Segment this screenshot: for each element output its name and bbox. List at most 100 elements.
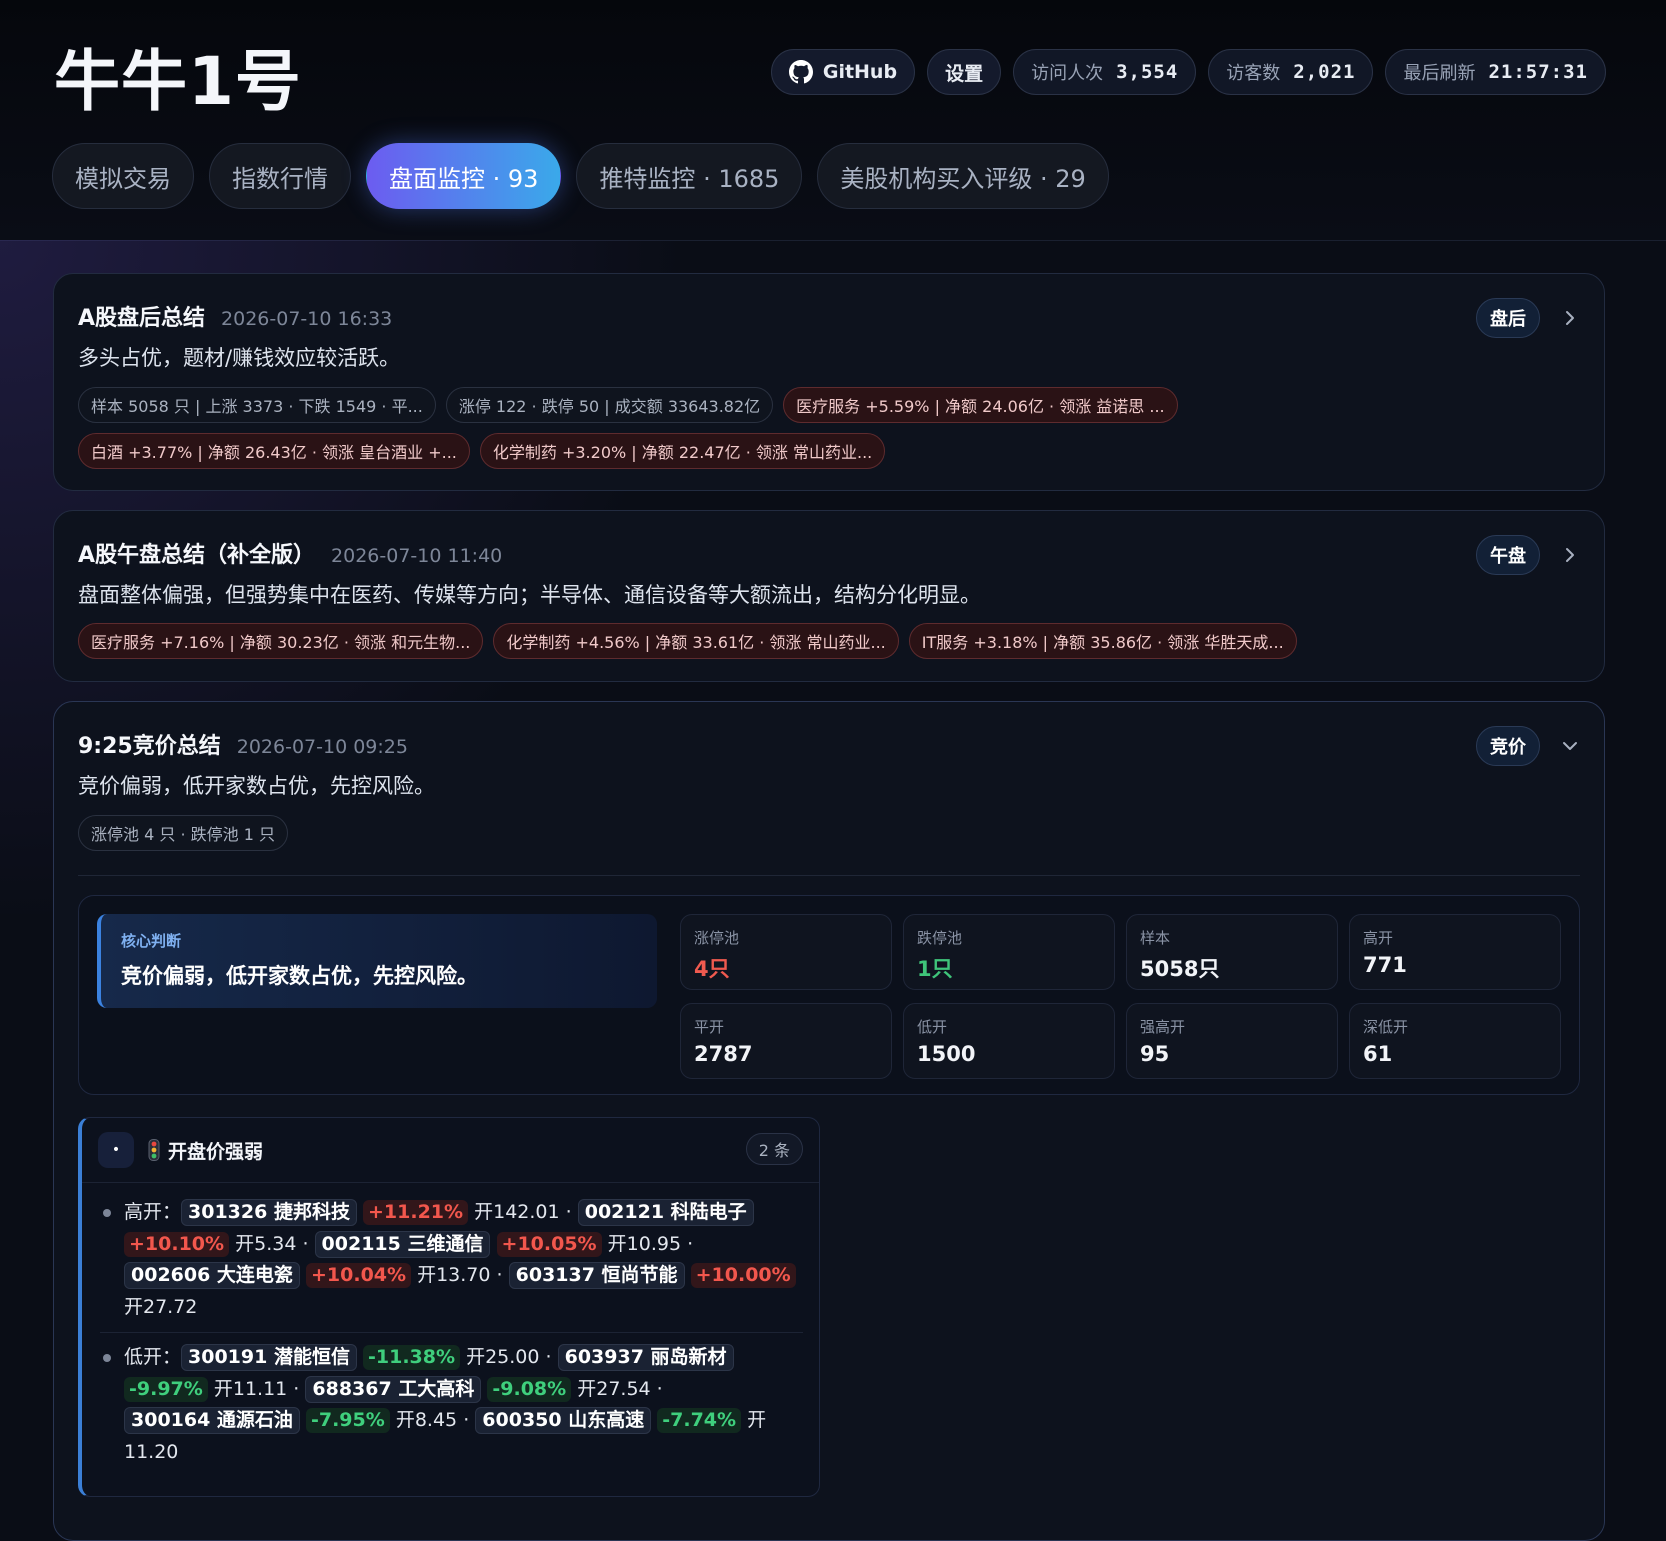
tag: 样本 5058 只 | 上涨 3373 · 下跌 1549 · 平... xyxy=(78,387,436,423)
stock-chip[interactable]: 002606 大连电瓷 xyxy=(124,1262,300,1289)
visits-label: 访问人次 xyxy=(1031,63,1104,84)
open-price: 开13.70 xyxy=(417,1264,491,1286)
stat-gap-down: 低开 1500 xyxy=(903,1003,1115,1079)
card-header: 9:25竞价总结 2026-07-10 09:25 xyxy=(78,728,408,760)
card-title: A股午盘总结（补全版） xyxy=(78,543,316,568)
visits-value: 3,554 xyxy=(1116,61,1179,83)
card-header: A股午盘总结（补全版） 2026-07-10 11:40 xyxy=(78,537,502,569)
list-item-gap-down: 低开： 300191 潜能恒信 -11.38% 开25.00 · 603937 丽… xyxy=(100,1332,803,1468)
tab-market-monitor[interactable]: 盘面监控 · 93 xyxy=(366,143,562,209)
card-badge: 午盘 xyxy=(1476,535,1540,575)
stock-chip[interactable]: 300191 潜能恒信 xyxy=(181,1344,357,1371)
card-header: A股盘后总结 2026-07-10 16:33 xyxy=(78,300,392,332)
github-label: GitHub xyxy=(822,61,898,83)
stock-chip[interactable]: 002121 科陆电子 xyxy=(577,1199,754,1226)
change-percent: -7.74% xyxy=(657,1408,742,1433)
tab-twitter-monitor[interactable]: 推特监控 · 1685 xyxy=(576,143,803,209)
refresh-pill: 最后刷新 21:57:31 xyxy=(1385,49,1606,95)
card-summary: 多头占优，题材/赚钱效应较活跃。 xyxy=(78,346,401,370)
tab-index-quotes[interactable]: 指数行情 xyxy=(209,143,351,209)
stock-chip[interactable]: 301326 捷邦科技 xyxy=(181,1199,357,1226)
stock-chip[interactable]: 600350 山东高速 xyxy=(475,1407,652,1434)
tag-row: 医疗服务 +7.16% | 净额 30.23亿 · 领涨 和元生物... 化学制… xyxy=(78,623,1297,659)
section-title: 开盘价强弱 xyxy=(168,1140,264,1163)
open-price: 开142.01 xyxy=(474,1201,560,1223)
core-judgment: 核心判断 竞价偏弱，低开家数占优，先控风险。 xyxy=(97,914,657,1008)
tag-row: 白酒 +3.77% | 净额 26.43亿 · 领涨 皇台酒业 +... 化学制… xyxy=(78,433,886,469)
change-percent: -11.38% xyxy=(363,1345,461,1370)
visitors-pill: 访客数 2,021 xyxy=(1208,49,1374,95)
stock-chip[interactable]: 603137 恒尚节能 xyxy=(508,1262,685,1289)
main-tabs: 模拟交易 指数行情 盘面监控 · 93 推特监控 · 1685 美股机构买入评级… xyxy=(52,143,1109,209)
stat-label: 深低开 xyxy=(1363,1018,1409,1036)
row-label: 高开： xyxy=(124,1201,182,1223)
core-judgment-label: 核心判断 xyxy=(121,932,182,950)
stat-label: 跌停池 xyxy=(917,929,963,947)
tag-row: 涨停池 4 只 · 跌停池 1 只 xyxy=(78,815,288,851)
card-timestamp: 2026-07-10 09:25 xyxy=(236,736,408,758)
stat-label: 样本 xyxy=(1140,929,1171,947)
open-price: 开11.11 xyxy=(213,1377,288,1400)
settings-button[interactable]: 设置 xyxy=(927,49,1002,95)
refresh-value: 21:57:31 xyxy=(1488,61,1588,83)
tag: IT服务 +3.18% | 净额 35.86亿 · 领涨 华胜天成... xyxy=(908,623,1297,659)
bullet xyxy=(103,1354,111,1362)
top-bar: 牛牛1号 GitHub 设置 访问人次 3,554 访客数 2,021 最后刷新… xyxy=(0,0,1666,241)
tag: 化学制药 +4.56% | 净额 33.61亿 · 领涨 常山药业... xyxy=(493,623,899,659)
section-header[interactable]: • 开盘价强弱 2 条 xyxy=(82,1118,819,1183)
change-percent: -9.97% xyxy=(124,1376,208,1402)
change-percent: +10.04% xyxy=(305,1263,412,1288)
auction-stats-panel: 核心判断 竞价偏弱，低开家数占优，先控风险。 涨停池 4只 跌停池 1只 样本 … xyxy=(78,895,1580,1095)
section-count-badge: 2 条 xyxy=(745,1133,803,1165)
list-item-gap-up: 高开： 301326 捷邦科技 +11.21% 开142.01 · 002121 … xyxy=(100,1197,803,1323)
summary-card-post-market[interactable]: A股盘后总结 2026-07-10 16:33 多头占优，题材/赚钱效应较活跃。… xyxy=(53,273,1605,491)
change-percent: +10.05% xyxy=(496,1231,602,1257)
card-summary: 竞价偏弱，低开家数占优，先控风险。 xyxy=(78,774,435,798)
header-pills: GitHub 设置 访问人次 3,554 访客数 2,021 最后刷新 21:5… xyxy=(770,49,1606,95)
collapse-toggle[interactable]: • xyxy=(98,1132,134,1168)
stat-value: 1只 xyxy=(917,957,953,981)
open-price: 开25.00 xyxy=(466,1346,540,1368)
stock-chip[interactable]: 002115 三维通信 xyxy=(314,1230,491,1258)
stock-chip[interactable]: 603937 丽岛新材 xyxy=(557,1344,734,1371)
change-percent: -9.08% xyxy=(487,1376,572,1402)
app-title: 牛牛1号 xyxy=(54,43,302,120)
tag-row: 样本 5058 只 | 上涨 3373 · 下跌 1549 · 平... 涨停 … xyxy=(78,387,1178,423)
opening-strength-list: 高开： 301326 捷邦科技 +11.21% 开142.01 · 002121 … xyxy=(100,1197,803,1468)
stat-deep-gap-down: 深低开 61 xyxy=(1349,1003,1561,1079)
stat-value: 95 xyxy=(1140,1042,1170,1066)
tag: 医疗服务 +5.59% | 净额 24.06亿 · 领涨 益诺思 ... xyxy=(783,387,1178,423)
change-percent: -7.95% xyxy=(305,1408,390,1433)
card-timestamp: 2026-07-10 11:40 xyxy=(331,545,503,567)
tag: 白酒 +3.77% | 净额 26.43亿 · 领涨 皇台酒业 +... xyxy=(78,433,470,469)
change-percent: +10.00% xyxy=(690,1263,796,1288)
stat-value: 771 xyxy=(1363,953,1407,977)
stat-strong-gap-up: 强高开 95 xyxy=(1126,1003,1338,1079)
github-button[interactable]: GitHub xyxy=(770,49,916,95)
tab-us-ratings[interactable]: 美股机构买入评级 · 29 xyxy=(817,143,1109,209)
stat-value: 2787 xyxy=(694,1042,753,1066)
visitors-label: 访客数 xyxy=(1226,63,1281,84)
chevron-right-icon[interactable] xyxy=(1560,545,1580,565)
stock-chip[interactable]: 300164 通源石油 xyxy=(124,1407,300,1434)
opening-strength-section: • 开盘价强弱 2 条 高开： 301326 捷邦科技 +11.21% 开142.… xyxy=(78,1117,820,1497)
card-badge: 盘后 xyxy=(1476,298,1540,338)
stat-flat-open: 平开 2787 xyxy=(680,1003,892,1079)
open-price: 开27.72 xyxy=(124,1295,198,1318)
chevron-down-icon[interactable] xyxy=(1560,736,1580,756)
core-judgment-text: 竞价偏弱，低开家数占优，先控风险。 xyxy=(121,964,478,988)
change-percent: +11.21% xyxy=(363,1200,469,1225)
github-icon xyxy=(788,60,813,84)
summary-card-auction[interactable]: 9:25竞价总结 2026-07-10 09:25 竞价偏弱，低开家数占优，先控… xyxy=(53,701,1605,1541)
row-label: 低开： xyxy=(124,1346,182,1368)
summary-card-midday[interactable]: A股午盘总结（补全版） 2026-07-10 11:40 盘面整体偏强，但强势集… xyxy=(53,510,1605,682)
card-summary: 盘面整体偏强，但强势集中在医药、传媒等方向；半导体、通信设备等大额流出，结构分化… xyxy=(78,583,981,607)
stat-limit-down-pool: 跌停池 1只 xyxy=(903,914,1115,990)
open-price: 开27.54 xyxy=(577,1377,651,1400)
stock-chip[interactable]: 688367 工大高科 xyxy=(305,1375,482,1403)
chevron-right-icon[interactable] xyxy=(1560,308,1580,328)
visitors-value: 2,021 xyxy=(1293,61,1356,83)
stat-limit-up-pool: 涨停池 4只 xyxy=(680,914,892,990)
tab-simulated-trading[interactable]: 模拟交易 xyxy=(52,143,194,209)
stat-sample: 样本 5058只 xyxy=(1126,914,1338,990)
